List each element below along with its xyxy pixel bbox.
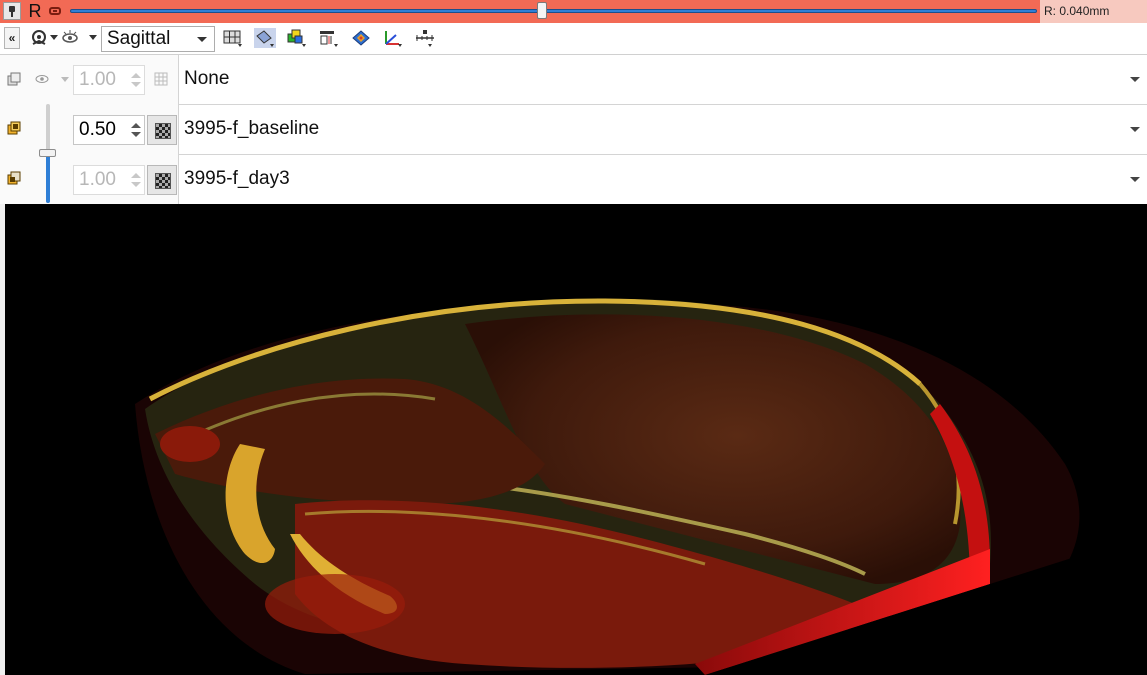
checkerboard-icon — [155, 173, 171, 189]
label-layer-icon — [7, 72, 21, 86]
chevron-down-icon — [197, 37, 207, 42]
slice-offset-value: R: 0.040mm — [1040, 0, 1147, 23]
orientation-value: Sagittal — [107, 28, 171, 49]
eye-icon[interactable] — [35, 72, 49, 86]
foreground-layer-icon — [7, 121, 21, 135]
foreground-opacity-slider-fill — [46, 153, 50, 203]
foreground-layer-row: 0.50 3995-f_baseline — [0, 105, 1147, 155]
link-icon[interactable] — [48, 4, 62, 18]
view-name-label: R — [28, 1, 42, 21]
slice-view[interactable] — [5, 204, 1147, 675]
slice-offset-bar: R R: 0.040mm — [0, 0, 1147, 23]
slice-offset-slider-handle[interactable] — [537, 2, 547, 19]
label-layer-row: 1.00 None — [0, 55, 1147, 105]
foreground-lut-button[interactable] — [147, 115, 177, 145]
label-volume-selector[interactable]: None — [178, 55, 1147, 105]
slice-controller-toolbar: « Sagittal — [0, 23, 1147, 55]
foreground-volume-value: 3995-f_baseline — [184, 118, 320, 139]
label-opacity-field[interactable]: 1.00 — [73, 65, 145, 95]
background-opacity-field[interactable]: 1.00 — [73, 165, 145, 195]
ruler-icon[interactable] — [414, 28, 436, 48]
background-layer-row: 1.00 3995-f_day3 — [0, 155, 1147, 205]
chevron-down-icon[interactable] — [61, 77, 69, 82]
spin-up-icon[interactable] — [131, 173, 141, 178]
foreground-opacity-field[interactable]: 0.50 — [73, 115, 145, 145]
chevron-down-icon[interactable] — [89, 35, 97, 40]
spin-up-icon[interactable] — [131, 73, 141, 78]
label-opacity-value: 1.00 — [79, 69, 116, 90]
background-opacity-value: 1.00 — [79, 169, 116, 190]
background-layer-icon — [7, 171, 21, 185]
chevron-down-icon — [1130, 77, 1140, 82]
spin-down-icon[interactable] — [131, 182, 141, 187]
outline-grid-icon[interactable] — [154, 72, 168, 86]
background-volume-selector[interactable]: 3995-f_day3 — [178, 155, 1147, 205]
chevron-down-icon — [1130, 127, 1140, 132]
collapse-icon[interactable]: « — [4, 27, 20, 49]
chevron-down-icon[interactable] — [50, 35, 58, 40]
sagittal-ct-image — [5, 204, 1147, 675]
crosshair-icon[interactable] — [318, 28, 340, 48]
spin-up-icon[interactable] — [131, 123, 141, 128]
checkerboard-icon — [155, 123, 171, 139]
layout-icon[interactable] — [222, 28, 244, 48]
transform-icon[interactable] — [382, 28, 404, 48]
label-volume-value: None — [184, 68, 230, 89]
pin-icon[interactable] — [3, 2, 21, 20]
spin-down-icon[interactable] — [131, 132, 141, 137]
background-lut-button[interactable] — [147, 165, 177, 195]
foreground-volume-selector[interactable]: 3995-f_baseline — [178, 105, 1147, 155]
background-volume-value: 3995-f_day3 — [184, 168, 290, 189]
chevron-down-icon — [1130, 177, 1140, 182]
visibility-icon[interactable] — [29, 28, 51, 48]
slice-offset-slider[interactable] — [70, 9, 1037, 13]
reformat-icon[interactable] — [254, 28, 276, 48]
spin-down-icon[interactable] — [131, 82, 141, 87]
foreground-opacity-value: 0.50 — [79, 119, 116, 140]
eye-icon[interactable] — [60, 28, 82, 48]
orientation-selector[interactable]: Sagittal — [101, 26, 215, 52]
model-icon[interactable] — [350, 28, 372, 48]
foreground-opacity-slider-handle[interactable] — [39, 149, 56, 157]
color-icon[interactable] — [286, 28, 308, 48]
